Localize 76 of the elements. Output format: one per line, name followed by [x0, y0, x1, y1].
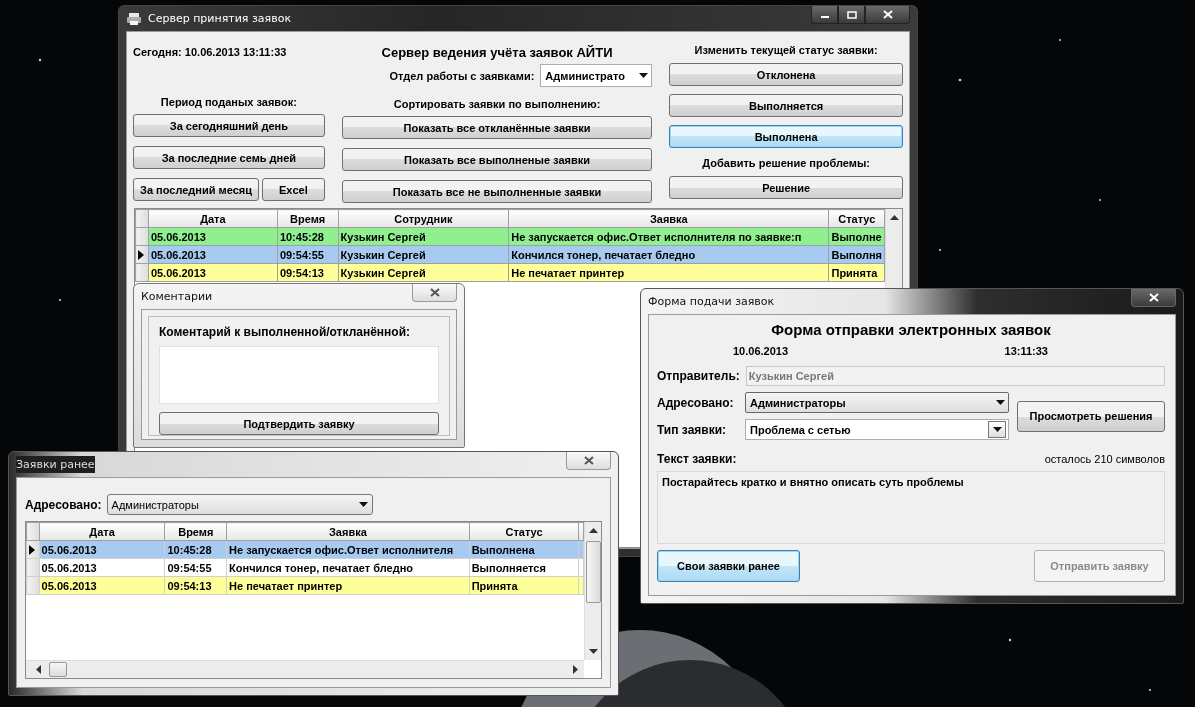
field-label: Адресовано:: [657, 395, 734, 410]
table-cell: Кончился тонер, печатает бледно: [508, 245, 829, 264]
sort-button[interactable]: Показать все не выполненные заявки: [341, 180, 653, 203]
table-cell: 10:45:28: [277, 227, 339, 246]
status-button[interactable]: Отклонена: [669, 63, 903, 86]
character-counter: осталось 210 символов: [1044, 453, 1165, 465]
table-cell: 05.06.2013: [148, 245, 278, 264]
table-cell: Принята: [828, 263, 885, 282]
column-header[interactable]: Статус: [828, 209, 885, 228]
sort-button[interactable]: Показать все выполненые заявки: [341, 148, 653, 171]
window-title: Форма подачи заявок: [648, 295, 775, 308]
table-cell: 05.06.2013: [148, 263, 278, 282]
table-cell: 05.06.2013: [39, 540, 165, 559]
table-cell: 09:54:13: [277, 263, 339, 282]
table-cell: Кузькин Сергей: [338, 263, 509, 282]
table-cell: Не печатает принтер: [508, 263, 829, 282]
window-title: Коментарии: [141, 290, 213, 303]
table-cell: 05.06.2013: [39, 576, 165, 595]
date-time-label: Сегодня: 10.06.2013 13:11:33: [133, 46, 288, 58]
dropdown[interactable]: Администрато: [540, 64, 653, 87]
confirm-button[interactable]: Подтвердить заявку: [159, 412, 439, 435]
time-label: 13:11:33: [1004, 345, 1048, 357]
column-header[interactable]: Время: [165, 522, 227, 541]
period-button[interactable]: За последние семь дней: [133, 146, 325, 169]
solution-button[interactable]: Решение: [669, 176, 903, 199]
column-header[interactable]: Дата: [39, 522, 165, 541]
table-cell: Выполнена: [469, 540, 579, 559]
section-label: Добавить решение проблемы:: [701, 156, 871, 170]
table-cell: Выполняется: [469, 558, 579, 577]
table-cell: Выполне: [828, 227, 885, 246]
period-button[interactable]: За сегодняшний день: [133, 114, 325, 137]
window-title: Сервер принятия заявок: [148, 12, 292, 25]
sort-button[interactable]: Показать все откланённые заявки: [341, 116, 653, 139]
status-button[interactable]: Выполнена: [669, 125, 903, 148]
field-label: Отдел работы с заявками:: [389, 69, 535, 82]
column-header[interactable]: Дата: [148, 209, 278, 228]
field-label: Коментарий к выполненной/откланённой:: [159, 325, 412, 339]
field-label: Текст заявки:: [657, 452, 737, 466]
section-label: Изменить текущей статус заявки:: [693, 43, 879, 57]
status-button[interactable]: Выполняется: [669, 94, 903, 117]
table-cell: 10:45:28: [165, 540, 227, 559]
app-heading: Сервер ведения учёта заявок АЙТИ: [380, 45, 614, 60]
column-header[interactable]: Статус: [469, 522, 579, 541]
table-cell: Принята: [469, 576, 579, 595]
column-header[interactable]: Заявка: [226, 522, 470, 541]
table-cell: 05.06.2013: [148, 227, 278, 246]
request-text-field[interactable]: Постарайтесь кратко и внятно описать суть проблемы: [657, 471, 1165, 544]
table-cell: Не запускается офис.Ответ исполнителя: [226, 540, 470, 559]
export-button[interactable]: Excel: [262, 178, 325, 201]
table-cell: Выполня: [828, 245, 885, 264]
view-solutions-button[interactable]: Просмотреть решения: [1017, 400, 1165, 432]
table-cell: Не запускается офис.Ответ исполнителя по заявке:п: [508, 227, 829, 246]
date-label: 10.06.2013: [733, 345, 789, 357]
form-heading: Форма отправки электронных заявок: [770, 321, 1052, 338]
column-header[interactable]: Время: [277, 209, 339, 228]
table-cell: Не печатает принтер: [226, 576, 470, 595]
field-label: Адресовано:: [25, 497, 102, 512]
table-cell: 09:54:13: [165, 576, 227, 595]
period-button[interactable]: За последний месяц: [133, 178, 259, 201]
table-cell: Кончился тонер, печатает бледно: [226, 558, 470, 577]
dropdown[interactable]: Администраторы: [745, 392, 1009, 413]
dropdown[interactable]: Проблема с сетью: [745, 419, 1009, 440]
section-label: Период поданых заявок:: [159, 95, 298, 109]
table-cell: Кузькин Сергей: [338, 245, 509, 264]
column-header[interactable]: Сотрудник: [338, 209, 509, 228]
section-label: Сортировать заявки по выполнению:: [392, 97, 602, 111]
history-button[interactable]: Свои заявки ранее: [657, 550, 800, 582]
table-cell: Кузькин Сергей: [338, 227, 509, 246]
column-header[interactable]: Заявка: [508, 209, 829, 228]
window-title: Заявки ранее: [16, 456, 95, 473]
field-label: Отправитель:: [657, 369, 740, 383]
table-cell: 09:54:55: [277, 245, 339, 264]
field-label: Тип заявки:: [657, 422, 727, 437]
dropdown[interactable]: Администраторы: [106, 494, 373, 515]
table-cell: 09:54:55: [165, 558, 227, 577]
table-cell: 05.06.2013: [39, 558, 165, 577]
